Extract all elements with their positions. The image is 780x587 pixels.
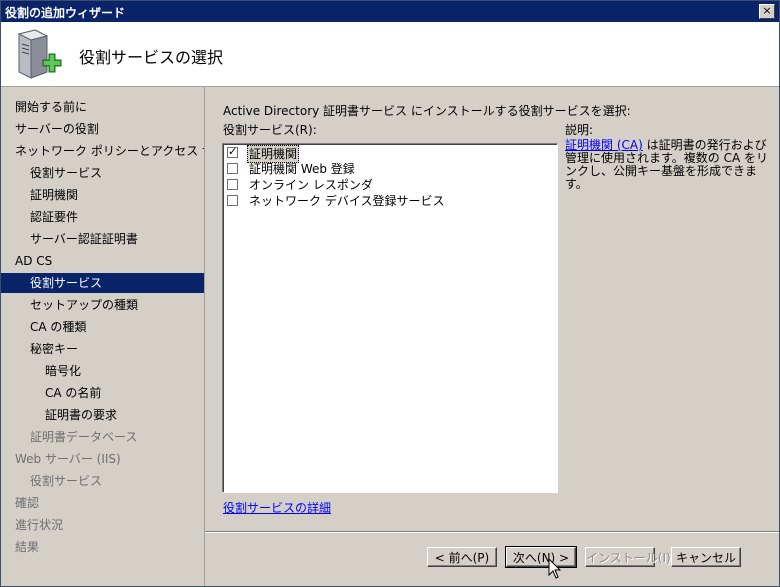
description-text: 証明機関 (CA) は証明書の発行および管理に使用されます。複数の CA をリン… <box>565 139 770 191</box>
sidebar-step-item[interactable]: 確認 <box>1 493 204 513</box>
sidebar-step-item[interactable]: 結果 <box>1 537 204 557</box>
wizard-window: 役割の追加ウィザード × 役割サービスの選択 開始する前に サーバーの役割 ネットワ… <box>0 0 780 587</box>
sidebar-step-item[interactable]: 役割サービス <box>1 163 204 183</box>
role-service-label: 証明機関 Web 登録 <box>249 162 355 176</box>
sidebar-step-item[interactable]: サーバーの役割 <box>1 119 204 139</box>
role-checkbox[interactable] <box>227 179 238 190</box>
sidebar-step-item[interactable]: Web サーバー (IIS) <box>1 449 204 469</box>
instruction-text: Active Directory 証明書サービス にインストールする役割サービス… <box>223 104 631 118</box>
install-button[interactable]: インストール(I) <box>585 547 671 567</box>
title-bar[interactable]: 役割の追加ウィザード × <box>1 1 779 22</box>
role-service-label: ネットワーク デバイス登録サービス <box>249 194 445 208</box>
sidebar-step-item[interactable]: 証明機関 <box>1 185 204 205</box>
sidebar-step-item[interactable]: セットアップの種類 <box>1 295 204 315</box>
sidebar-step-item[interactable]: 開始する前に <box>1 97 204 117</box>
sidebar-step-item[interactable]: 証明書データベース <box>1 427 204 447</box>
sidebar-step-item[interactable]: ネットワーク ポリシーとアクセス サービ... <box>1 141 204 161</box>
more-about-role-services-link[interactable]: 役割サービスの詳細 <box>223 499 331 516</box>
roles-label: 役割サービス(R): <box>223 123 317 137</box>
close-button[interactable]: × <box>759 4 775 19</box>
button-divider <box>205 531 779 533</box>
server-add-icon <box>17 29 62 79</box>
cancel-button[interactable]: キャンセル <box>671 547 741 567</box>
role-services-list[interactable]: ✓ 証明機関 証明機関 Web 登録 オンライン レスポンダ ネットワーク デバイス登録… <box>222 143 558 493</box>
sidebar-step-item[interactable]: 進行状況 <box>1 515 204 535</box>
sidebar-step-item[interactable]: 役割サービス <box>1 471 204 491</box>
window-title: 役割の追加ウィザード <box>5 6 126 20</box>
wizard-step-list: 開始する前にサーバーの役割ネットワーク ポリシーとアクセス サービ...役割サー… <box>1 87 205 586</box>
sidebar-step-item[interactable]: サーバー認証証明書 <box>1 229 204 249</box>
role-service-label: オンライン レスポンダ <box>249 178 373 192</box>
checkmark-icon: ✓ <box>228 145 238 158</box>
main-content: Active Directory 証明書サービス にインストールする役割サービス… <box>205 87 779 586</box>
role-checkbox[interactable]: ✓ <box>227 145 238 158</box>
certification-authority-link[interactable]: 証明機関 (CA) <box>565 138 643 152</box>
more-link-text[interactable]: 役割サービスの詳細 <box>223 501 331 515</box>
previous-button[interactable]: < 前へ(P) <box>427 547 497 567</box>
description-label: 説明: <box>565 123 594 137</box>
wizard-header: 役割サービスの選択 <box>1 22 779 87</box>
sidebar-step-item[interactable]: CA の名前 <box>1 383 204 403</box>
page-title: 役割サービスの選択 <box>79 48 224 67</box>
role-checkbox[interactable] <box>227 195 238 206</box>
sidebar-step-item[interactable]: 認証要件 <box>1 207 204 227</box>
sidebar-step-item[interactable]: CA の種類 <box>1 317 204 337</box>
sidebar-step-item[interactable]: 暗号化 <box>1 361 204 381</box>
sidebar-step-item[interactable]: 秘密キー <box>1 339 204 359</box>
role-checkbox[interactable] <box>227 163 238 174</box>
mouse-pointer-icon <box>548 558 562 579</box>
next-button[interactable]: 次へ(N) > <box>505 546 577 568</box>
sidebar-step-item[interactable]: AD CS <box>1 251 204 271</box>
sidebar-step-item[interactable]: 証明書の要求 <box>1 405 204 425</box>
sidebar-step-item[interactable]: 役割サービス <box>1 273 204 293</box>
